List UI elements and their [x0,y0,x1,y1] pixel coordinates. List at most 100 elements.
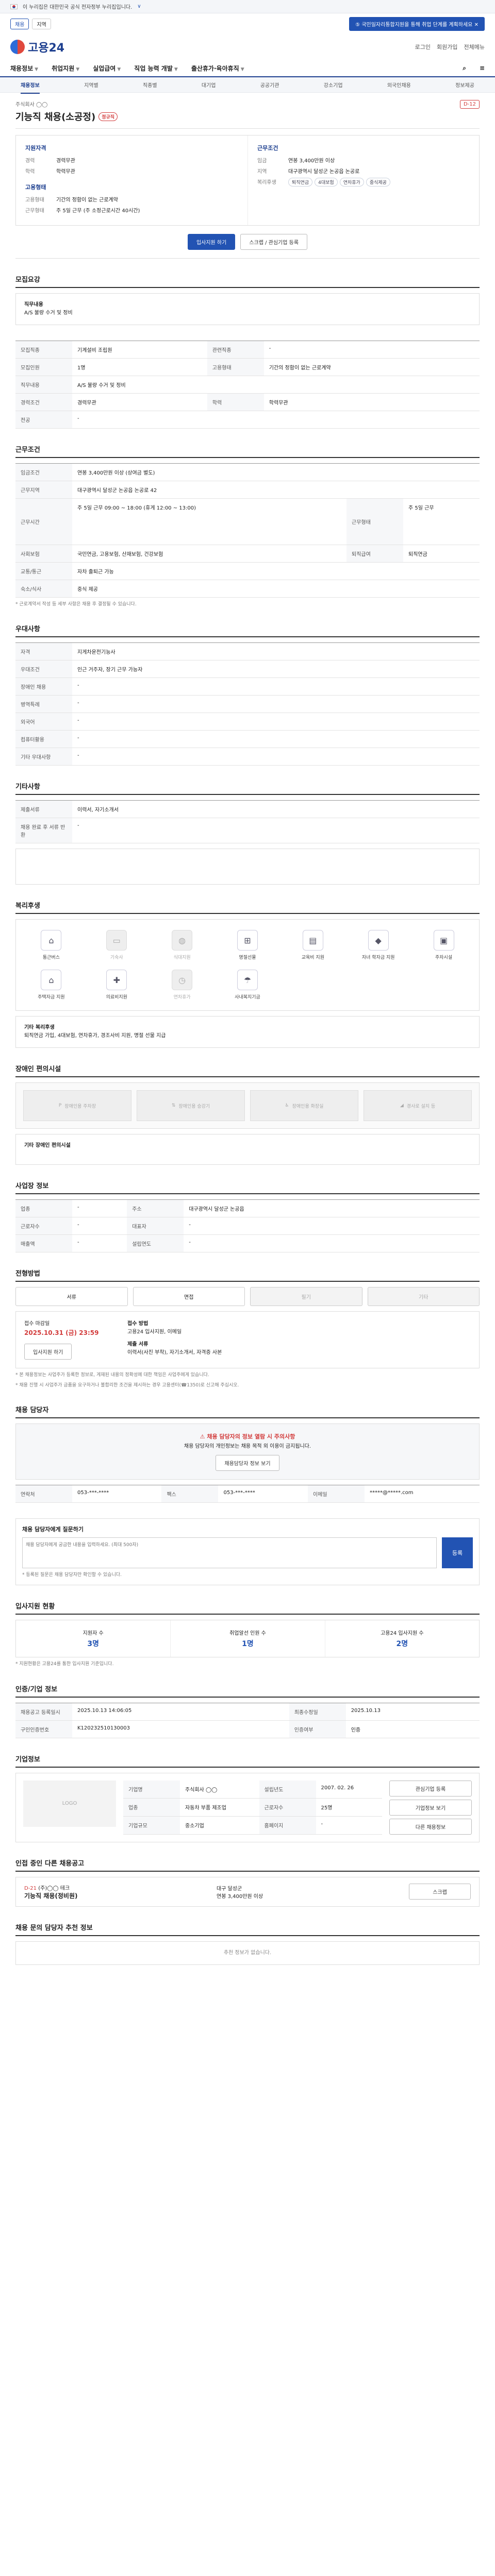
section-heading: 우대사항 [15,623,480,638]
nav-label: 출산휴가·육아휴직 [191,64,239,72]
subnav-item[interactable]: 직종별 [143,81,157,89]
related-section: 인접 중인 다른 채용공고 D-21 (주)◯◯ 테크 기능직 채용(정비원) … [15,1842,480,1907]
qna-title: 채용 담당자에게 질문하기 [22,1526,84,1533]
table-value: 2025.10.13 14:06:05 [72,1703,289,1721]
subnav-item[interactable]: 채용정보 [21,81,40,94]
section-heading: 입사지원 현황 [15,1601,480,1615]
method-label: 접수 방법 [127,1321,148,1327]
company-logo: LOGO [23,1780,116,1827]
nav-label: 실업급여 [93,64,116,72]
table-value: - [72,818,480,844]
gov-banner-toggle[interactable]: ∨ [137,4,141,9]
related-company: (주)◯◯ 테크 [38,1885,70,1891]
region-label[interactable]: 채용 [10,18,29,29]
subnav-item[interactable]: 정보제공 [455,81,474,89]
stat-value: 1명 [242,1640,254,1649]
related-title[interactable]: 기능직 채용(정비원) [24,1891,211,1900]
apply-doc-box [15,849,480,885]
scrap-button[interactable]: 스크랩 / 관심기업 등록 [240,234,308,250]
method-col: 접수 방법 고용24 입사지원, 이메일 제출 서류 이력서(사진 부착), 자… [127,1320,471,1359]
table-key: 외국어 [15,713,72,731]
method-value: 고용24 입사지원, 이메일 [127,1329,182,1335]
related-dday: D-21 [24,1885,37,1891]
qna-box: 채용 담당자에게 질문하기 등록 * 등록된 질문은 채용 담당자만 확인할 수… [15,1518,480,1586]
related-job[interactable]: D-21 (주)◯◯ 테크 기능직 채용(정비원) 대구 달성군 연봉 3,40… [15,1876,480,1907]
elevator-icon: ⇅ [171,1103,176,1109]
deadline-value: 2025.10.31 (금) 23:59 [24,1329,99,1337]
related-region: 대구 달성군 [217,1886,242,1892]
table-row: 직무내용 A/S 불량 수거 및 정비 [15,376,480,394]
footer-spacer [15,1965,480,1980]
table-key: 채용공고 등록일시 [15,1703,72,1721]
region-value[interactable]: 지역 [32,18,51,29]
table-value: 경력무관 [72,393,207,411]
contact-section: 채용 담당자 ⚠ 채용 담당자의 정보 열람 시 주의사항 채용 담당자의 개인… [15,1389,480,1503]
table-value: 자동차 부품 제조업 [180,1798,259,1817]
menu-icon[interactable]: ≡ [480,64,485,72]
notice-banner[interactable]: ⑤ 국민일자리통합지원을 통해 취업 단계를 계획하세요 ✕ [349,16,485,31]
nav-item-leave[interactable]: 출산휴가·육아휴직 ▼ [191,64,244,73]
table-key: 근로자수 [15,1217,72,1235]
apply-button[interactable]: 입사지원 하기 [187,234,236,250]
summary-row: 고용형태 기간의 정함이 없는 근로계약 [25,195,238,203]
subnav-item[interactable]: 대기업 [202,81,216,89]
apply-button-secondary[interactable]: 입사지원 하기 [24,1343,72,1360]
stat-item: 취업알선 인원 수 1명 [170,1620,324,1657]
ramp-icon: ◢ [400,1103,404,1109]
apply-note: * 본 채용정보는 사업주가 등록한 정보로, 게재된 내용의 정확성에 대한 … [15,1372,209,1378]
site-header: 고용24 로그인 회원가입 전체메뉴 [0,34,495,60]
table-row: 제출서류 이력서, 자기소개서 [15,800,480,819]
contact-table: 연락처 053-***-**** 팩스 053-***-**** 이메일 *****@… [15,1485,480,1503]
preferred-table: 자격 지게차운전기능사 우대조건 인근 거주자, 장기 근무 가능자 장애인 채용 -… [15,642,480,766]
interest-company-button[interactable]: 관심기업 등록 [389,1780,472,1797]
table-key: 연락처 [15,1485,72,1503]
company-info-button[interactable]: 기업정보 보기 [389,1799,472,1816]
nav-item-benefit[interactable]: 실업급여 ▼ [93,64,121,73]
table-value: - [316,1816,382,1835]
table-value: 053-***-**** [218,1485,308,1503]
login-link[interactable]: 로그인 [415,43,431,51]
table-key: 홈페이지 [259,1816,316,1835]
table-value: 2025.10.13 [345,1703,480,1721]
preferred-section: 우대사항 자격 지게차운전기능사 우대조건 인근 거주자, 장기 근무 가능자 장애… [15,608,480,766]
duty-section: 모집요강 직무내용 A/S 불량 수거 및 정비 [15,259,480,325]
workplace-table: 업종 - 주소 대구광역시 달성군 논공읍 근로자수 - 대표자 - 매출액 - 설립연도 - [15,1199,480,1253]
stat-value: 3명 [87,1640,99,1649]
section-heading: 채용 담당자 [15,1404,480,1419]
site-logo[interactable]: 고용24 [10,39,64,55]
table-row: 경력조건 경력무관 학력 학력무관 [15,393,480,411]
disability-label: 장애인용 승강기 [178,1104,210,1109]
subnav-item[interactable]: 지역별 [84,81,98,89]
header-links: 로그인 회원가입 전체메뉴 [415,43,485,51]
subnav-item[interactable]: 강소기업 [324,81,343,89]
nav-item-support[interactable]: 취업지원 ▼ [52,64,79,73]
subnav-item[interactable]: 공공기관 [260,81,279,89]
search-icon[interactable]: ⌕ [463,64,466,72]
page-title: 기능직 채용(소공정) 정규직 [15,110,480,123]
welfare-label: 의료비지원 [106,995,127,1001]
qna-note: * 등록된 질문은 채용 담당자만 확인할 수 있습니다. [22,1572,122,1578]
book-icon: ▤ [302,930,323,951]
summary-value: 연봉 3,400만원 이상 [288,158,335,164]
section-heading: 장애인 편의시설 [15,1063,480,1078]
nav-item-training[interactable]: 직업 능력 개발 ▼ [134,64,178,73]
related-scrap-button[interactable]: 스크랩 [409,1884,471,1900]
all-menu-link[interactable]: 전체메뉴 [464,43,485,51]
nav-label: 취업지원 [52,64,75,72]
table-value: 중소기업 [180,1816,259,1835]
table-value: 자차 출퇴근 가능 [72,562,480,580]
qna-send-button[interactable]: 등록 [442,1537,473,1569]
table-row: 연락처 053-***-**** 팩스 053-***-**** 이메일 *****@… [15,1485,480,1503]
summary-value: 주 5일 근무 (주 소정근로시간 40시간) [56,208,140,214]
show-contact-button[interactable]: 채용담당자 정보 보기 [216,1455,279,1471]
other-jobs-button[interactable]: 다른 채용정보 [389,1818,472,1835]
table-key: 업종 [123,1798,180,1817]
signup-link[interactable]: 회원가입 [437,43,457,51]
table-row: 근로자수 - 대표자 - [15,1217,480,1235]
summary-key: 학력 [25,169,35,175]
subnav-item[interactable]: 외국인채용 [387,81,411,89]
nav-item-jobs[interactable]: 채용정보 ▼ [10,64,38,73]
table-key: 기업명 [123,1780,180,1799]
qna-input[interactable] [22,1537,437,1569]
company-name[interactable]: 주식회사 ◯◯ [15,100,480,108]
